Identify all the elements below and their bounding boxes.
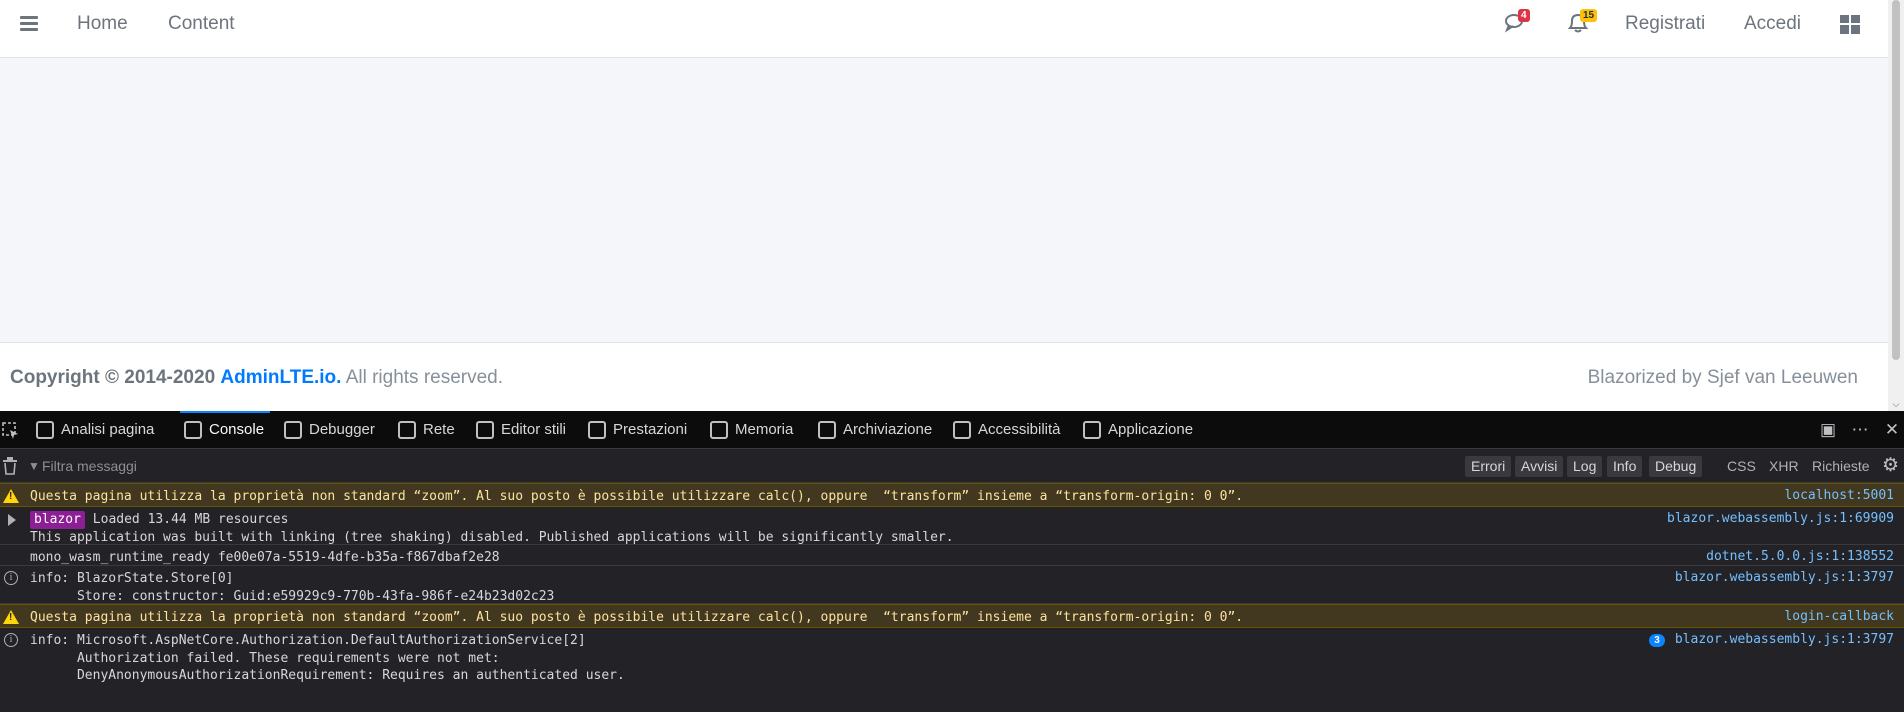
tab-label: Applicazione: [1108, 421, 1194, 438]
console-message-info: i info: Microsoft.AspNetCore.Authorizati…: [0, 628, 1904, 712]
nav-link-content[interactable]: Content: [168, 13, 235, 35]
tab-console[interactable]: Console: [179, 411, 271, 449]
filter-funnel-icon: ▼: [28, 459, 40, 473]
console-message-info: i info: BlazorState.Store[0] Store: cons…: [0, 566, 1904, 604]
notifications-badge: 15: [1580, 9, 1598, 22]
tab-memoria[interactable]: Memoria: [710, 411, 793, 449]
top-navbar: Home Content 4 15 Registrati Accedi: [0, 0, 1888, 58]
blazor-tag: blazor: [30, 511, 85, 529]
expand-toggle-icon[interactable]: [8, 514, 16, 526]
level-filter-info[interactable]: Info: [1607, 456, 1643, 477]
apps-grid-icon[interactable]: [1840, 15, 1860, 34]
tab-label: Console: [209, 421, 265, 438]
console-message-warning: Questa pagina utilizza la proprietà non …: [0, 604, 1904, 628]
console-filter-bar: ▼ ErroriAvvisiLogInfo Debug CSS XHR Richies…: [0, 449, 1904, 483]
message-text: info: Microsoft.AspNetCore.Authorization…: [30, 633, 625, 683]
message-source-link[interactable]: blazor.webassembly.js:1:69909: [1667, 511, 1894, 526]
message-source-wrap: 3 blazor.webassembly.js:1:3797: [1649, 632, 1894, 647]
tab-accessibilit-[interactable]: Accessibilità: [953, 411, 1061, 449]
tab-analisi-pagina[interactable]: Analisi pagina: [36, 411, 154, 449]
level-filter-errori[interactable]: Errori: [1465, 456, 1512, 477]
message-source-link[interactable]: localhost:5001: [1784, 488, 1894, 503]
info-icon: i: [4, 633, 18, 647]
tab-label: Rete: [423, 421, 455, 438]
memory-icon: [710, 421, 728, 439]
message-source-link[interactable]: dotnet.5.0.0.js:1:138552: [1706, 549, 1894, 564]
tab-applicazione[interactable]: Applicazione: [1083, 411, 1193, 449]
warning-icon: [3, 610, 19, 624]
storage-icon: [818, 421, 836, 439]
devtools-panel: Analisi pagina Console Debugger Rete Editor …: [0, 411, 1904, 712]
message-detail: This application was built with linking …: [30, 529, 954, 545]
tab-editor-stili[interactable]: Editor stili: [476, 411, 566, 449]
tab-label: Debugger: [309, 421, 375, 438]
tab-rete[interactable]: Rete: [398, 411, 455, 449]
debugger-icon: [284, 421, 302, 439]
message-source-link[interactable]: blazor.webassembly.js:1:3797: [1675, 632, 1894, 647]
responsive-design-icon[interactable]: ▣: [1818, 420, 1838, 440]
message-source-link[interactable]: blazor.webassembly.js:1:3797: [1675, 570, 1894, 585]
devtools-toolbar: Analisi pagina Console Debugger Rete Editor …: [0, 411, 1904, 449]
register-link[interactable]: Registrati: [1625, 13, 1705, 35]
more-options-icon[interactable]: ⋯: [1850, 420, 1870, 440]
type-filter-richieste[interactable]: Richieste: [1812, 456, 1870, 477]
inspector-icon: [36, 421, 54, 439]
tab-label: Editor stili: [501, 421, 567, 438]
hamburger-menu-icon[interactable]: [20, 16, 38, 32]
message-main: Loaded 13.44 MB resources: [92, 512, 289, 527]
adminlte-link[interactable]: AdminLTE.io.: [220, 367, 341, 388]
style-editor-icon: [476, 421, 494, 439]
scrollbar-thumb[interactable]: [1892, 0, 1900, 360]
messages-icon[interactable]: 4: [1504, 9, 1530, 36]
message-text: Questa pagina utilizza la proprietà non …: [30, 610, 1244, 625]
rights-text: All rights reserved.: [345, 367, 504, 388]
footer-copyright: Copyright © 2014-2020 AdminLTE.io. All r…: [10, 367, 503, 389]
page-content: Home Content 4 15 Registrati Accedi Copy…: [0, 0, 1888, 411]
tab-archiviazione[interactable]: Archiviazione: [818, 411, 932, 449]
console-message-log: blazor Loaded 13.44 MB resources This ap…: [0, 507, 1904, 545]
tab-label: Accessibilità: [978, 421, 1061, 438]
tab-label: Prestazioni: [613, 421, 688, 438]
console-icon: [184, 421, 202, 439]
messages-badge: 4: [1518, 9, 1530, 22]
message-text: mono_wasm_runtime_ready fe00e07a-5519-4d…: [30, 550, 500, 565]
console-message-warning: Questa pagina utilizza la proprietà non …: [0, 483, 1904, 507]
notifications-icon[interactable]: 15: [1566, 9, 1598, 36]
message-text: Questa pagina utilizza la proprietà non …: [30, 489, 1244, 504]
message-source-link[interactable]: login-callback: [1784, 609, 1894, 624]
info-icon: i: [4, 571, 18, 585]
login-link[interactable]: Accedi: [1744, 13, 1801, 35]
type-filter-css[interactable]: CSS: [1727, 456, 1756, 477]
repeat-count-badge: 3: [1649, 634, 1665, 647]
level-filter-debug[interactable]: Debug: [1649, 456, 1703, 477]
tab-label: Analisi pagina: [61, 421, 155, 438]
warning-icon: [3, 489, 19, 503]
console-settings-gear-icon[interactable]: ⚙: [1882, 456, 1902, 476]
tab-label: Memoria: [735, 421, 794, 438]
scroll-down-arrow-icon[interactable]: ⌵: [1891, 399, 1901, 409]
tab-label: Archiviazione: [843, 421, 933, 438]
filter-messages-input[interactable]: [42, 456, 642, 476]
application-icon: [1083, 421, 1101, 439]
message-text: info: BlazorState.Store[0] Store: constr…: [30, 571, 555, 604]
page-footer: Copyright © 2014-2020 AdminLTE.io. All r…: [0, 342, 1888, 411]
level-filter-avvisi[interactable]: Avvisi: [1515, 456, 1564, 477]
page-scrollbar[interactable]: ⌵: [1888, 0, 1904, 411]
accessibility-icon: [953, 421, 971, 439]
nav-link-home[interactable]: Home: [77, 13, 128, 35]
clear-console-icon[interactable]: [2, 457, 18, 475]
tab-prestazioni[interactable]: Prestazioni: [588, 411, 687, 449]
console-output: Questa pagina utilizza la proprietà non …: [0, 483, 1904, 712]
message-text: blazor Loaded 13.44 MB resources This ap…: [30, 511, 954, 546]
footer-credit: Blazorized by Sjef van Leeuwen: [1587, 367, 1858, 388]
console-message-log: mono_wasm_runtime_ready fe00e07a-5519-4d…: [0, 545, 1904, 566]
network-icon: [398, 421, 416, 439]
level-filter-log[interactable]: Log: [1567, 456, 1603, 477]
tab-debugger[interactable]: Debugger: [284, 411, 375, 449]
element-picker-icon[interactable]: [2, 422, 20, 440]
performance-icon: [588, 421, 606, 439]
type-filter-xhr[interactable]: XHR: [1769, 456, 1799, 477]
copyright-text: Copyright © 2014-2020: [10, 367, 216, 388]
close-devtools-icon[interactable]: ✕: [1882, 420, 1902, 440]
